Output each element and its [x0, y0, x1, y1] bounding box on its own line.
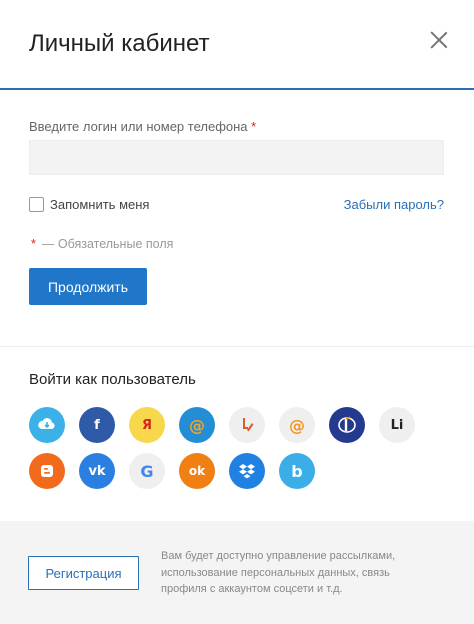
liveinternet-glyph: Li: [390, 417, 404, 433]
required-mark: *: [251, 119, 257, 134]
required-fields-note: * — Обязательные поля: [31, 237, 173, 251]
livejournal-icon[interactable]: [229, 407, 265, 443]
mail-at-icon[interactable]: @: [279, 407, 315, 443]
mailru-icon[interactable]: @: [179, 407, 215, 443]
openid-icon[interactable]: [329, 407, 365, 443]
bitrix24-icon[interactable]: b: [279, 453, 315, 489]
facebook-icon[interactable]: f: [79, 407, 115, 443]
required-note-text: — Обязательные поля: [41, 237, 174, 251]
register-button[interactable]: Регистрация: [28, 556, 139, 590]
benefit-line: Вам будет доступно управление рассылками…: [161, 550, 396, 562]
login-input[interactable]: [29, 140, 444, 175]
vkontakte-glyph: vk: [88, 463, 106, 479]
google-glyph: G: [140, 461, 154, 481]
modal-header: Личный кабинет: [0, 0, 474, 90]
facebook-glyph: f: [94, 417, 100, 433]
benefit-line: профиля с аккаунтом соцсети и т.д.: [161, 583, 343, 595]
forgot-password-link[interactable]: Забыли пароль?: [344, 197, 444, 212]
vkontakte-icon[interactable]: vk: [79, 453, 115, 489]
continue-button[interactable]: Продолжить: [29, 268, 147, 305]
bitrix24-glyph: b: [291, 461, 303, 481]
mailru-cloud-icon[interactable]: [29, 407, 65, 443]
modal-footer: Регистрация Вам будет доступно управлени…: [0, 521, 474, 624]
page-title: Личный кабинет: [29, 30, 210, 57]
divider: [0, 346, 474, 347]
liveinternet-icon[interactable]: Li: [379, 407, 415, 443]
yandex-icon[interactable]: Я: [129, 407, 165, 443]
odnoklassniki-glyph: ok: [188, 464, 206, 478]
login-label: Введите логин или номер телефона *: [29, 119, 256, 134]
mail-at-glyph: @: [289, 415, 305, 435]
required-note-mark: *: [31, 237, 36, 251]
google-icon[interactable]: G: [129, 453, 165, 489]
dropbox-icon[interactable]: [229, 453, 265, 489]
register-benefits-text: Вам будет доступно управление рассылками…: [161, 548, 451, 598]
remember-label: Запомнить меня: [50, 197, 150, 212]
odnoklassniki-icon[interactable]: ok: [179, 453, 215, 489]
close-icon[interactable]: [429, 30, 449, 50]
remember-checkbox[interactable]: [29, 197, 44, 212]
mailru-glyph: @: [189, 415, 205, 435]
social-login-title: Войти как пользователь: [29, 371, 196, 388]
benefit-line: использование персональных данных, связь: [161, 566, 390, 579]
blogger-icon[interactable]: [29, 453, 65, 489]
yandex-glyph: Я: [141, 417, 152, 433]
login-label-text: Введите логин или номер телефона: [29, 119, 248, 134]
remember-me-toggle[interactable]: Запомнить меня: [29, 197, 149, 212]
social-row-1: f Я @ @ Li: [29, 407, 415, 443]
social-row-2: vk G ok b: [29, 453, 315, 489]
